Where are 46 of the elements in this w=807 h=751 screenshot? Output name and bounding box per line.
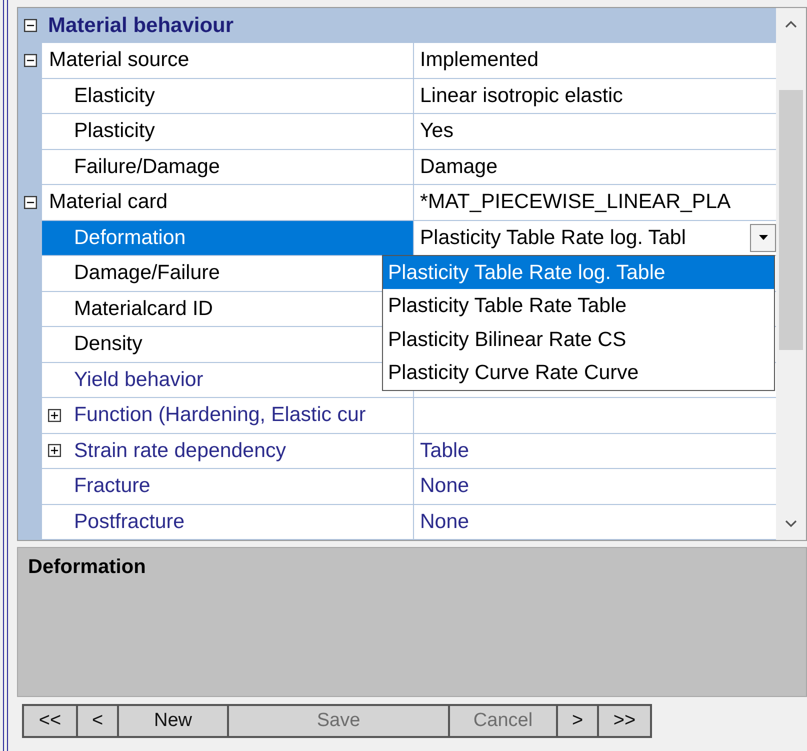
nav-button[interactable]: >> [597,704,652,738]
property-value: Damage [420,154,498,179]
selected-property-name[interactable]: Deformation [42,220,414,256]
property-name[interactable]: Yield behavior [74,368,204,392]
property-name[interactable]: Elasticity [74,84,155,108]
property-name[interactable]: Density [74,332,142,356]
property-value: *MAT_PIECEWISE_LINEAR_PLA [420,190,731,214]
property-value: Yes [420,119,454,144]
nav-button[interactable]: < [76,704,119,738]
nav-button[interactable]: New [117,704,229,738]
nav-button[interactable]: > [556,704,599,738]
scroll-up-icon[interactable] [785,20,797,28]
vertical-scrollbar[interactable] [776,8,806,540]
property-name[interactable]: Material source [49,48,190,72]
collapse-icon[interactable] [24,19,36,32]
property-name[interactable]: Plasticity [74,119,155,144]
property-name[interactable]: Function (Hardening, Elastic cur [74,403,366,428]
description-title: Deformation [28,556,146,578]
nav-button[interactable]: << [22,704,78,738]
expand-icon[interactable] [48,408,61,422]
property-name[interactable]: Fracture [74,474,150,498]
dropdown-option[interactable]: Plasticity Table Rate log. Table [383,256,774,289]
property-value: Implemented [420,48,539,72]
dropdown-caret-icon[interactable] [750,224,776,252]
property-name[interactable]: Failure/Damage [74,154,220,179]
scroll-down-icon[interactable] [785,520,797,528]
collapse-icon[interactable] [24,54,36,68]
collapse-icon[interactable] [24,196,36,210]
expand-icon[interactable] [48,444,61,458]
dropdown-option[interactable]: Plasticity Bilinear Rate CS [383,322,774,356]
property-name[interactable]: Strain rate dependency [74,438,286,463]
category-header[interactable]: Material behaviour [18,8,776,43]
dropdown-option[interactable]: Plasticity Table Rate Table [383,289,774,322]
dropdown-option[interactable]: Plasticity Curve Rate Curve [383,356,774,390]
property-value: None [420,510,470,534]
property-name[interactable]: Postfracture [74,510,185,534]
property-value: Linear isotropic elastic [420,84,623,108]
category-title: Material behaviour [47,14,234,38]
scrollbar-thumb[interactable] [779,90,803,350]
property-name[interactable]: Damage/Failure [74,261,220,286]
property-value: None [420,474,470,498]
property-name[interactable]: Materialcard ID [74,296,213,321]
dropdown-value: Plasticity Table Rate log. Tabl [420,226,687,250]
value-dropdown[interactable]: Plasticity Table Rate log. Tabl [420,222,776,253]
property-value: Table [420,438,470,463]
property-name[interactable]: Material card [49,190,168,214]
